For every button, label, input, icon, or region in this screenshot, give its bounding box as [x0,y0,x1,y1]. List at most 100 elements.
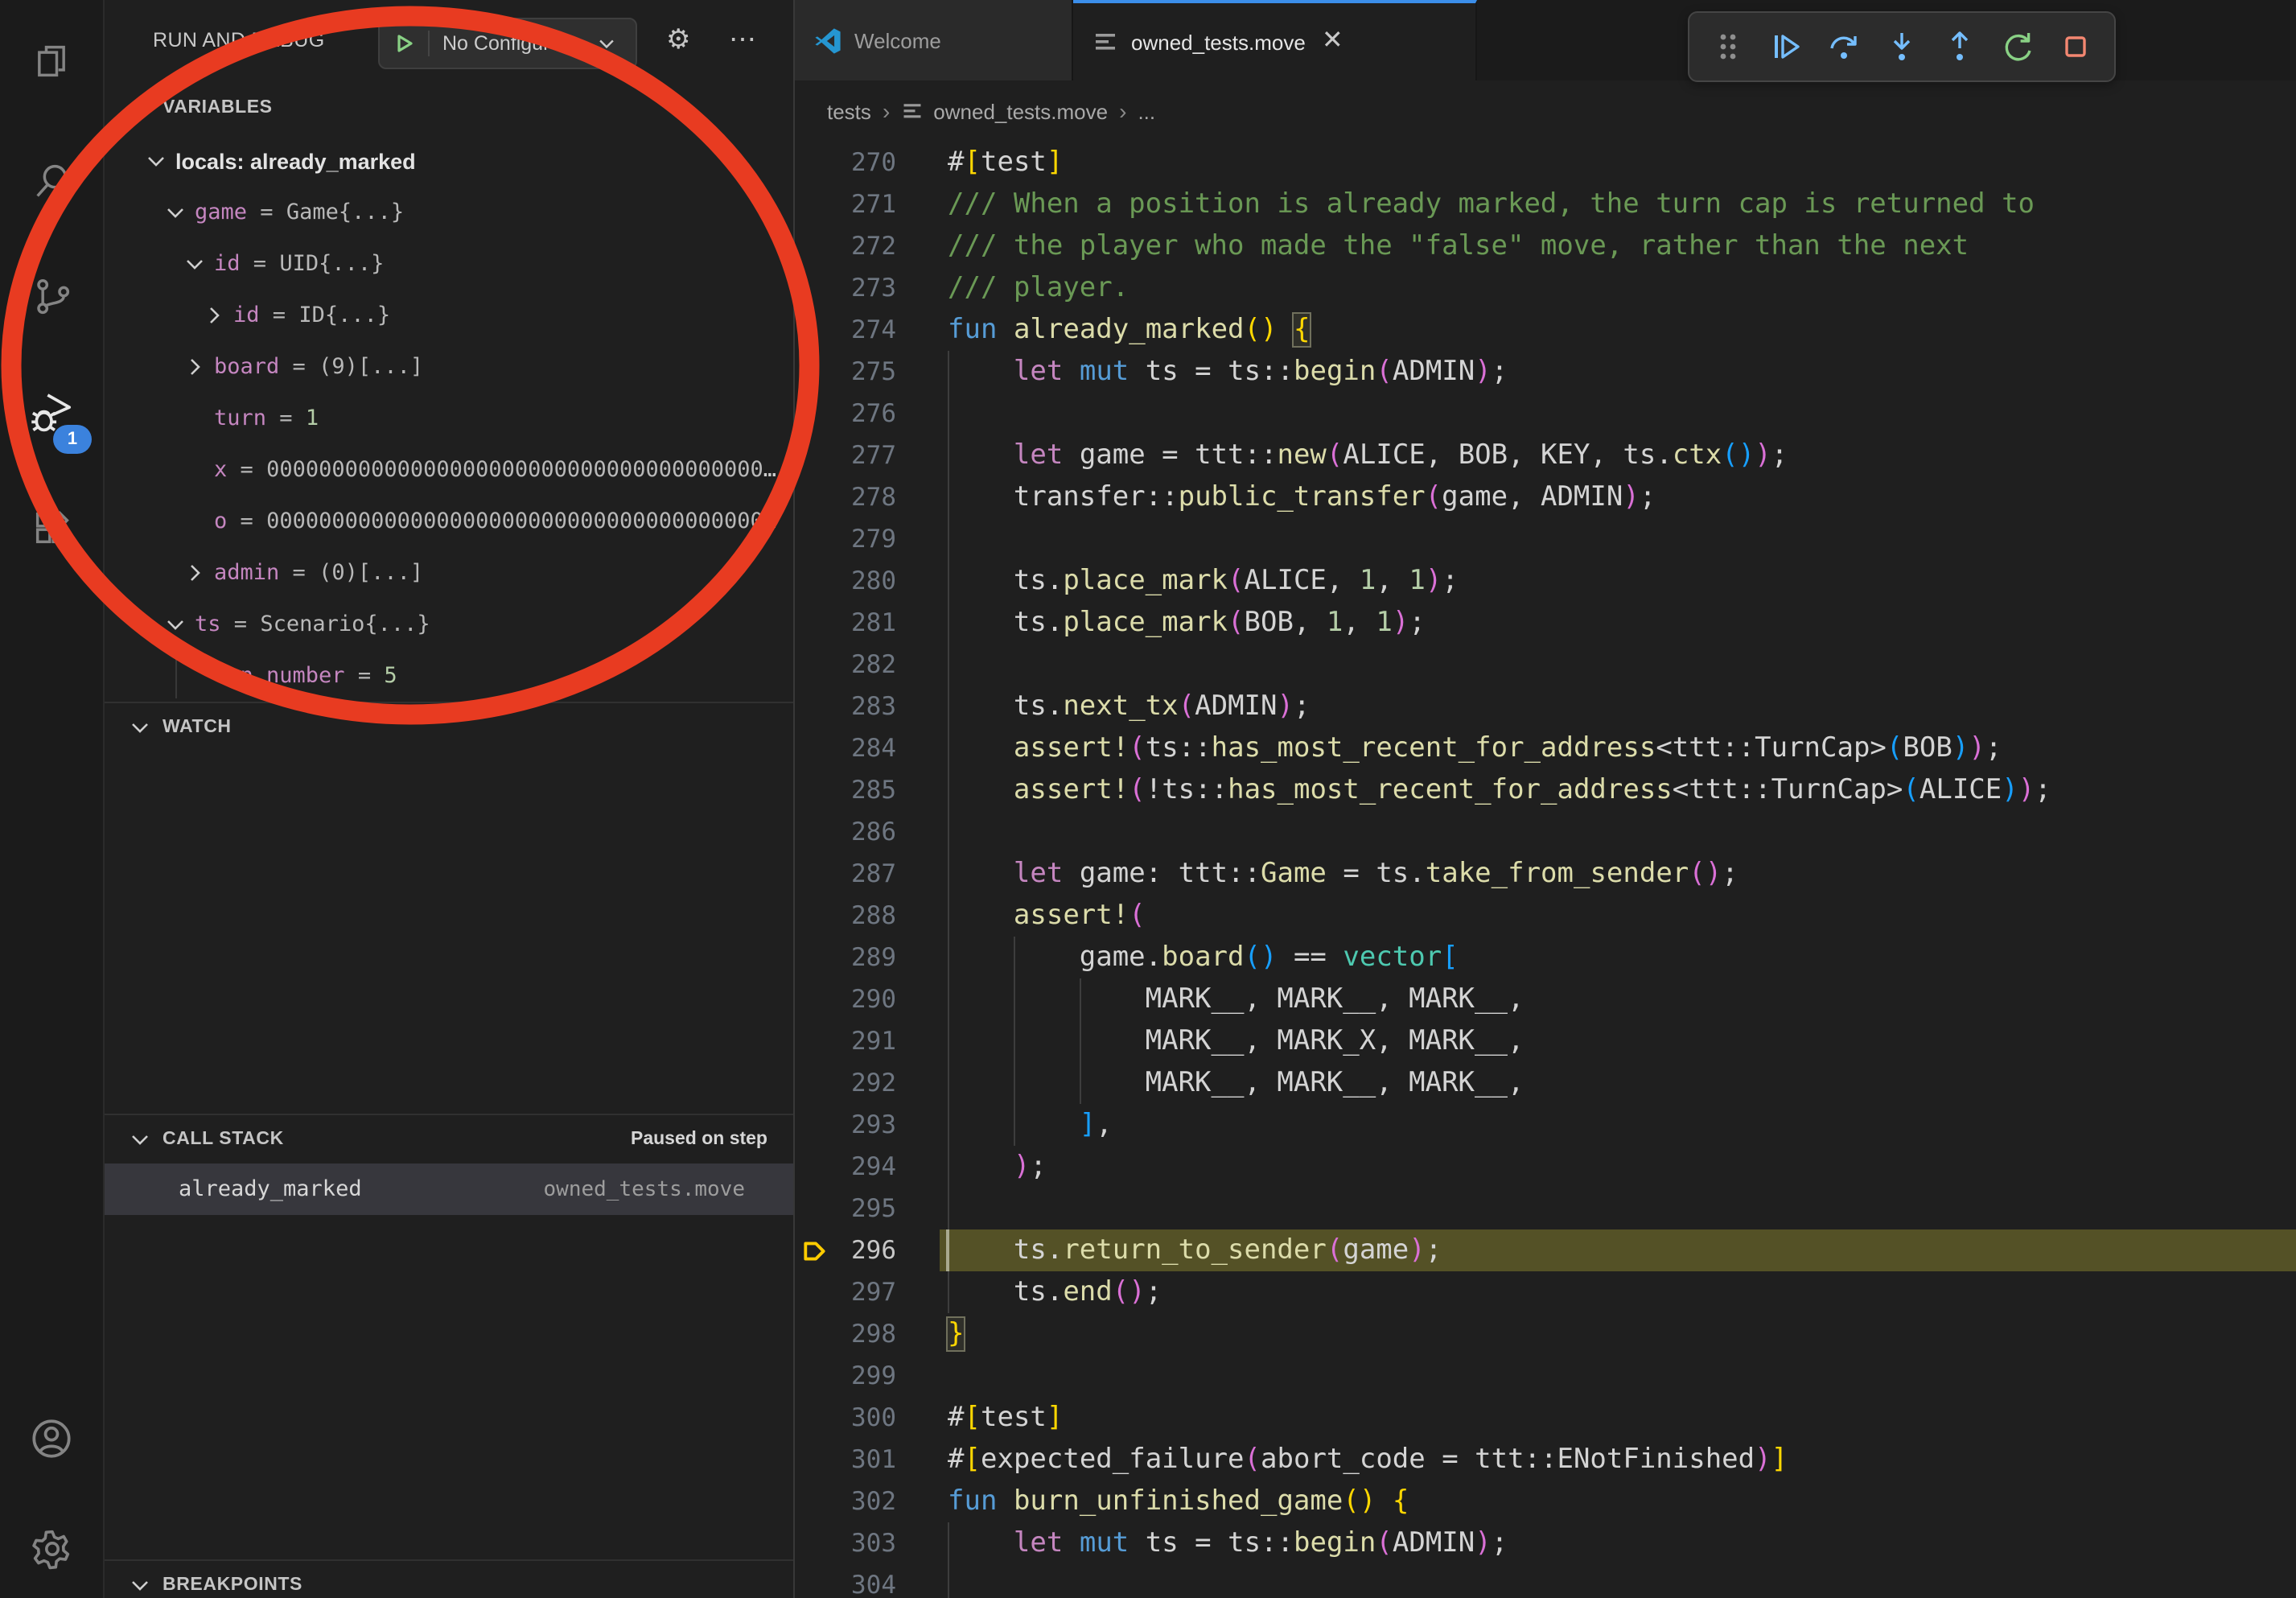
code-line[interactable]: 296 ts.return_to_sender(game); [795,1229,2296,1271]
step-into-button[interactable] [1873,18,1931,76]
code-line[interactable]: 275 let mut ts = ts::begin(ADMIN); [795,351,2296,393]
sidebar-title: RUN AND DEBUG [153,29,325,51]
code-line[interactable]: 304 [795,1564,2296,1598]
code-line[interactable]: 270#[test] [795,142,2296,183]
variable-value: 5 [384,663,397,689]
line-text: #[test] [948,1397,1063,1439]
code-line[interactable]: 273/// player. [795,267,2296,309]
variable-row[interactable]: id = UID{...} [105,238,793,290]
variable-row[interactable]: admin = (0)[...] [105,547,793,599]
toolbar-drag-handle[interactable] [1699,18,1757,76]
variable-row[interactable]: ts = Scenario{...} [105,599,793,650]
code-line[interactable]: 301#[expected_failure(abort_code = ttt::… [795,1439,2296,1481]
chevron-right-icon[interactable] [182,560,208,586]
code-line[interactable]: 279 [795,518,2296,560]
tab-label: Welcome [854,28,941,52]
more-actions-icon[interactable]: ⋯ [729,21,756,60]
tab-welcome[interactable]: Welcome [795,0,1073,80]
chevron-down-icon[interactable] [163,612,188,637]
step-out-button[interactable] [1931,18,1989,76]
run-and-debug-icon[interactable]: 1 [0,367,103,457]
variables-scope-row[interactable]: locals: already_marked [105,135,793,187]
code-line[interactable]: 289 game.board() == vector[ [795,937,2296,978]
code-line[interactable]: 283 ts.next_tx(ADMIN); [795,686,2296,727]
equals: = [227,509,266,534]
chevron-down-icon [127,715,153,740]
variable-row[interactable]: txn_number = 5 [105,650,793,702]
code-line[interactable]: 288 assert!( [795,895,2296,937]
tab-owned-tests[interactable]: owned_tests.move ✕ [1073,0,1477,80]
chevron-right-icon[interactable] [182,354,208,380]
debug-settings-gear-icon[interactable]: ⚙ [666,21,691,60]
code-line[interactable]: 291 MARK__, MARK_X, MARK__, [795,1020,2296,1062]
equals: = [247,200,286,225]
code-line[interactable]: 290 MARK__, MARK__, MARK__, [795,978,2296,1020]
code-line[interactable]: 272/// the player who made the "false" m… [795,225,2296,267]
line-text: let game = ttt::new(ALICE, BOB, KEY, ts.… [948,435,1788,476]
chevron-down-icon[interactable] [143,148,169,174]
variable-name: id [233,303,260,328]
variable-name: admin [214,560,279,586]
code-line[interactable]: 284 assert!(ts::has_most_recent_for_addr… [795,727,2296,769]
code-line[interactable]: 298} [795,1313,2296,1355]
close-icon[interactable]: ✕ [1322,29,1343,55]
search-icon[interactable] [0,135,103,225]
line-number: 298 [795,1313,896,1355]
explorer-icon[interactable] [0,16,103,106]
code-line[interactable]: 287 let game: ttt::Game = ts.take_from_s… [795,853,2296,895]
code-editor[interactable]: 270#[test]271/// When a position is alre… [795,142,2296,1598]
variable-row[interactable]: board = (9)[...] [105,341,793,393]
line-number: 286 [795,811,896,853]
code-line[interactable]: 281 ts.place_mark(BOB, 1, 1); [795,602,2296,644]
code-line[interactable]: 302fun burn_unfinished_game() { [795,1481,2296,1522]
chevron-down-icon[interactable] [182,251,208,277]
watch-section-header[interactable]: WATCH [105,702,793,752]
breadcrumb-item[interactable]: tests [827,99,871,123]
code-line[interactable]: 278 transfer::public_transfer(game, ADMI… [795,476,2296,518]
code-line[interactable]: 282 [795,644,2296,686]
code-line[interactable]: 299 [795,1355,2296,1397]
code-line[interactable]: 274fun already_marked() { [795,309,2296,351]
source-control-icon[interactable] [0,251,103,341]
variable-name: id [214,251,241,277]
code-line[interactable]: 293 ], [795,1104,2296,1146]
variable-row[interactable]: game = Game{...} [105,187,793,238]
code-line[interactable]: 277 let game = ttt::new(ALICE, BOB, KEY,… [795,435,2296,476]
continue-button[interactable] [1757,18,1815,76]
code-line[interactable]: 294 ); [795,1146,2296,1188]
section-title: WATCH [163,718,232,737]
call-stack-section-header[interactable]: CALL STACK Paused on step [105,1114,793,1163]
start-debug-icon[interactable] [380,31,430,56]
call-stack-frame-row[interactable]: already_marked owned_tests.move [105,1163,793,1215]
breadcrumb-item[interactable]: owned_tests.move [933,99,1108,123]
code-line[interactable]: 280 ts.place_mark(ALICE, 1, 1); [795,560,2296,602]
code-line[interactable]: 292 MARK__, MARK__, MARK__, [795,1062,2296,1104]
variables-section-header[interactable]: VARIABLES [105,84,793,132]
line-number: 290 [795,978,896,1020]
restart-button[interactable] [1989,18,2047,76]
line-text: let game: ttt::Game = ts.take_from_sende… [948,853,1738,895]
debug-config-dropdown[interactable]: No Configur [378,18,637,69]
account-icon[interactable] [0,1394,103,1484]
code-line[interactable]: 276 [795,393,2296,435]
code-line[interactable]: 271/// When a position is already marked… [795,183,2296,225]
stop-button[interactable] [2047,18,2105,76]
chevron-right-icon[interactable] [201,303,227,328]
code-line[interactable]: 300#[test] [795,1397,2296,1439]
variable-row[interactable]: turn = 1 [105,393,793,444]
breakpoints-section-header[interactable]: BREAKPOINTS [105,1559,793,1598]
code-line[interactable]: 297 ts.end(); [795,1271,2296,1313]
settings-gear-icon[interactable] [0,1503,103,1593]
line-number: 279 [795,518,896,560]
code-line[interactable]: 285 assert!(!ts::has_most_recent_for_add… [795,769,2296,811]
variable-row[interactable]: o = 000000000000000000000000000000000000… [105,496,793,547]
variable-row[interactable]: x = 000000000000000000000000000000000000… [105,444,793,496]
code-line[interactable]: 303 let mut ts = ts::begin(ADMIN); [795,1522,2296,1564]
code-line[interactable]: 286 [795,811,2296,853]
extensions-icon[interactable] [0,483,103,573]
breadcrumb-item[interactable]: ... [1138,99,1155,123]
chevron-down-icon[interactable] [163,200,188,225]
variable-row[interactable]: id = ID{...} [105,290,793,341]
code-line[interactable]: 295 [795,1188,2296,1229]
step-over-button[interactable] [1815,18,1873,76]
